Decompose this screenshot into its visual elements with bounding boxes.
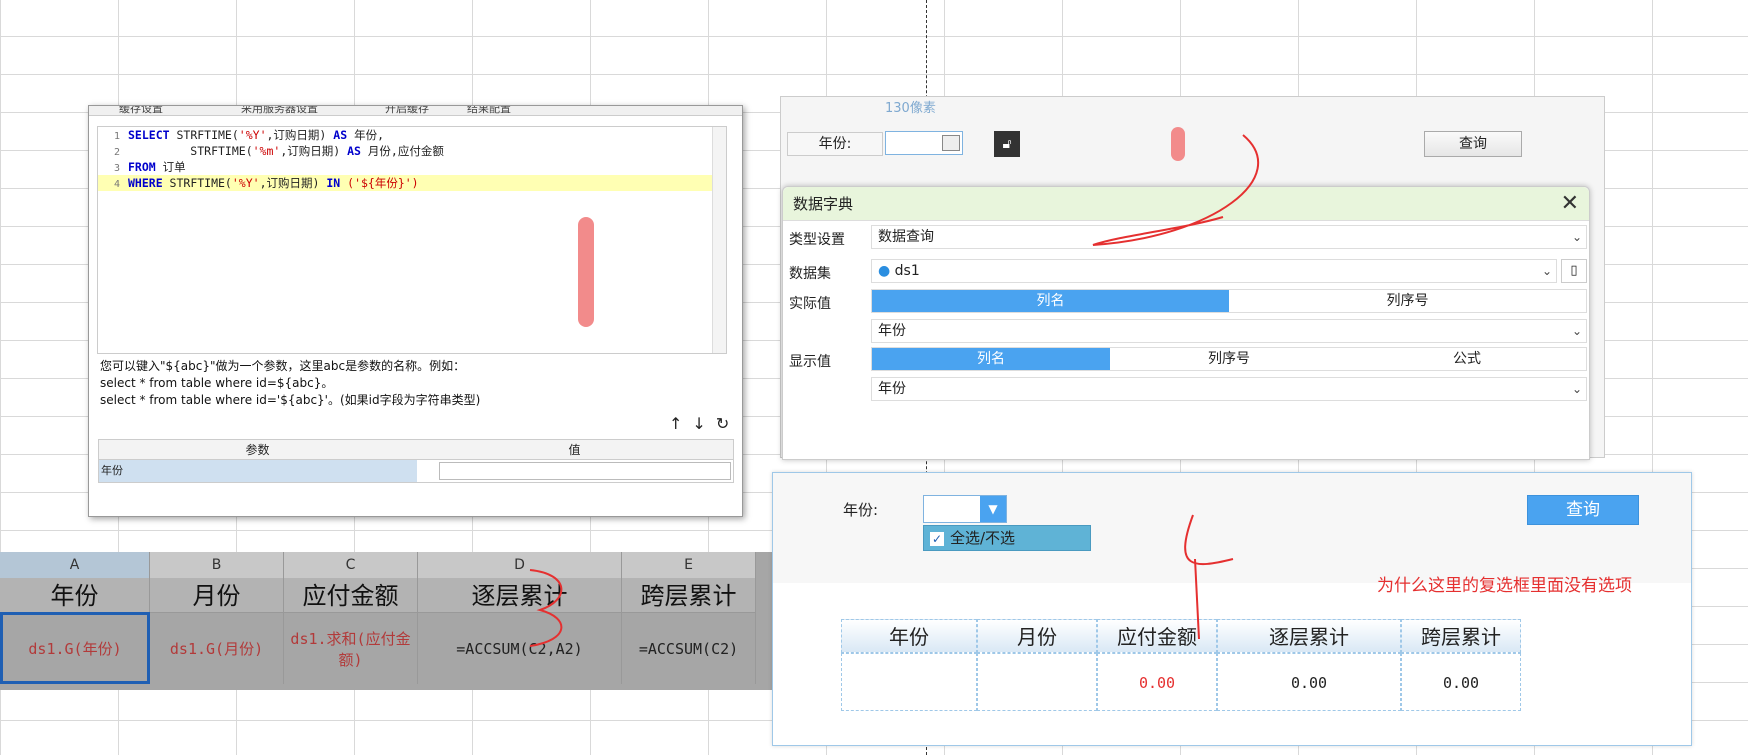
arrow-up-icon[interactable]: ↑: [669, 414, 692, 433]
red-annotation-stroke: [1092, 134, 1259, 246]
sql-toolbar: 缓存设置 采用服务器设置 开启缓存 结果配置: [89, 106, 742, 116]
select-all-option[interactable]: ✓ 全选/不选: [923, 525, 1091, 551]
preview-cell-amount: 0.00: [1097, 653, 1217, 711]
display-value-label: 显示值: [789, 354, 831, 370]
sql-code-editor[interactable]: 1 SELECT STRFTIME('%Y',订购日期) AS 年份, 2 STR…: [97, 126, 727, 354]
cell-b2[interactable]: ds1.G(月份): [150, 612, 284, 684]
param-name-cell: 年份: [99, 460, 417, 482]
header-cell-month[interactable]: 月份: [150, 578, 284, 612]
preview-cell-year: [841, 653, 977, 711]
year-label: 年份:: [843, 501, 879, 519]
code-line-3: 3 FROM 订单: [113, 160, 186, 174]
actual-tab-column-index[interactable]: 列序号: [1229, 290, 1586, 312]
actual-column-select[interactable]: 年份 ⌄: [871, 319, 1587, 343]
calendar-icon[interactable]: [942, 135, 960, 151]
display-tab-column-name[interactable]: 列名: [872, 348, 1110, 370]
cell-a2[interactable]: ds1.G(年份): [0, 612, 150, 684]
display-column-select[interactable]: 年份 ⌄: [871, 377, 1587, 401]
result-config-button[interactable]: 结果配置: [467, 106, 511, 115]
param-toolbar: ↑↓↻: [669, 414, 739, 433]
dataset-select[interactable]: ● ds1 ⌄: [871, 259, 1557, 283]
code-line-1: 1 SELECT STRFTIME('%Y',订购日期) AS 年份,: [113, 128, 384, 142]
dataset-label: 数据集: [789, 266, 831, 282]
arrow-down-icon[interactable]: ↓: [692, 414, 715, 433]
preview-header-cross-sum: 跨层累计: [1401, 619, 1521, 653]
cell-e2[interactable]: =ACCSUM(C2): [622, 612, 756, 684]
header-cell-amount[interactable]: 应付金额: [284, 578, 418, 612]
cache-setting-label: 缓存设置: [119, 106, 163, 115]
header-cell-year[interactable]: 年份: [0, 578, 150, 612]
display-tab-formula[interactable]: 公式: [1348, 348, 1586, 370]
actual-value-mode: 列名 列序号: [871, 289, 1587, 313]
checkbox-checked-icon[interactable]: ✓: [930, 532, 944, 546]
code-line-4: 4 WHERE STRFTIME('%Y',订购日期) IN ('${年份}'): [98, 175, 726, 191]
database-icon: ●: [878, 263, 891, 279]
refresh-icon[interactable]: ↻: [716, 414, 739, 433]
cell-c2[interactable]: ds1.求和(应付金额): [284, 612, 418, 684]
highlight-mark: [578, 217, 594, 327]
query-button[interactable]: 查询: [1424, 131, 1522, 157]
column-header-a[interactable]: A: [0, 552, 150, 578]
display-tab-column-index[interactable]: 列序号: [1110, 348, 1348, 370]
column-header-c[interactable]: C: [284, 552, 418, 578]
dataset-preview-icon[interactable]: ▯: [1561, 259, 1587, 283]
query-button[interactable]: 查询: [1527, 495, 1639, 525]
spreadsheet-panel: A B C D E 年份 月份 应付金额 逐层累计 跨层累计 ds1.G(年份)…: [0, 552, 775, 690]
actual-value-label: 实际值: [789, 296, 831, 312]
code-line-2: 2 STRFTIME('%m',订购日期) AS 月份,应付金额: [113, 144, 444, 158]
header-cell-cross-sum[interactable]: 跨层累计: [622, 578, 756, 612]
red-annotation-stroke: [529, 569, 563, 647]
parameter-table: 参数 值 年份: [98, 439, 734, 483]
data-dictionary-dialog: 数据字典 ✕ 类型设置 数据查询 ⌄ 数据集 ● ds1 ⌄ ▯ 实际值 列名 列序…: [782, 134, 1590, 460]
preview-header-year: 年份: [841, 619, 977, 653]
param-column-header: 参数: [245, 443, 270, 457]
preview-cell-layer-sum: 0.00: [1217, 653, 1401, 711]
param-value-input[interactable]: [439, 462, 731, 480]
red-annotation-stroke: [1184, 514, 1234, 640]
parameter-hint: 您可以键入"${abc}"做为一个参数，这里abc是参数的名称。例如： sele…: [100, 359, 481, 407]
preview-header-month: 月份: [977, 619, 1097, 653]
table-row[interactable]: 年份: [99, 460, 733, 482]
column-header-e[interactable]: E: [622, 552, 756, 578]
value-column-header: 值: [568, 443, 581, 457]
actual-tab-column-name[interactable]: 列名: [872, 290, 1229, 312]
chevron-down-icon[interactable]: ▼: [980, 496, 1006, 522]
chevron-down-icon: ⌄: [1571, 324, 1582, 338]
chevron-down-icon: ⌄: [1571, 382, 1582, 396]
chevron-down-icon: ⌄: [1571, 230, 1582, 244]
display-value-mode: 列名 列序号 公式: [871, 347, 1587, 371]
pixel-width-label: 130像素: [885, 101, 936, 116]
column-header-b[interactable]: B: [150, 552, 284, 578]
type-setting-label: 类型设置: [789, 232, 845, 248]
cache-setting-select[interactable]: 采用服务器设置: [241, 106, 318, 115]
year-widget[interactable]: [885, 131, 963, 155]
question-annotation: 为什么这里的复选框里面没有选项: [1377, 576, 1632, 596]
sql-editor-dialog: 缓存设置 采用服务器设置 开启缓存 结果配置 1 SELECT STRFTIME(…: [88, 105, 743, 517]
unlock-icon[interactable]: 🔓︎: [994, 131, 1020, 157]
year-combobox[interactable]: ▼: [923, 495, 1007, 523]
vertical-scrollbar[interactable]: [712, 127, 726, 353]
year-label: 年份:: [787, 132, 883, 156]
chevron-down-icon: ⌄: [1541, 264, 1552, 278]
enable-cache-checkbox[interactable]: 开启缓存: [385, 106, 429, 115]
preview-cell-cross-sum: 0.00: [1401, 653, 1521, 711]
report-preview: 年份: ▼ ✓ 全选/不选 查询 为什么这里的复选框里面没有选项 年份 月份 应付…: [772, 472, 1692, 746]
preview-cell-month: [977, 653, 1097, 711]
close-icon[interactable]: ✕: [1561, 191, 1579, 217]
